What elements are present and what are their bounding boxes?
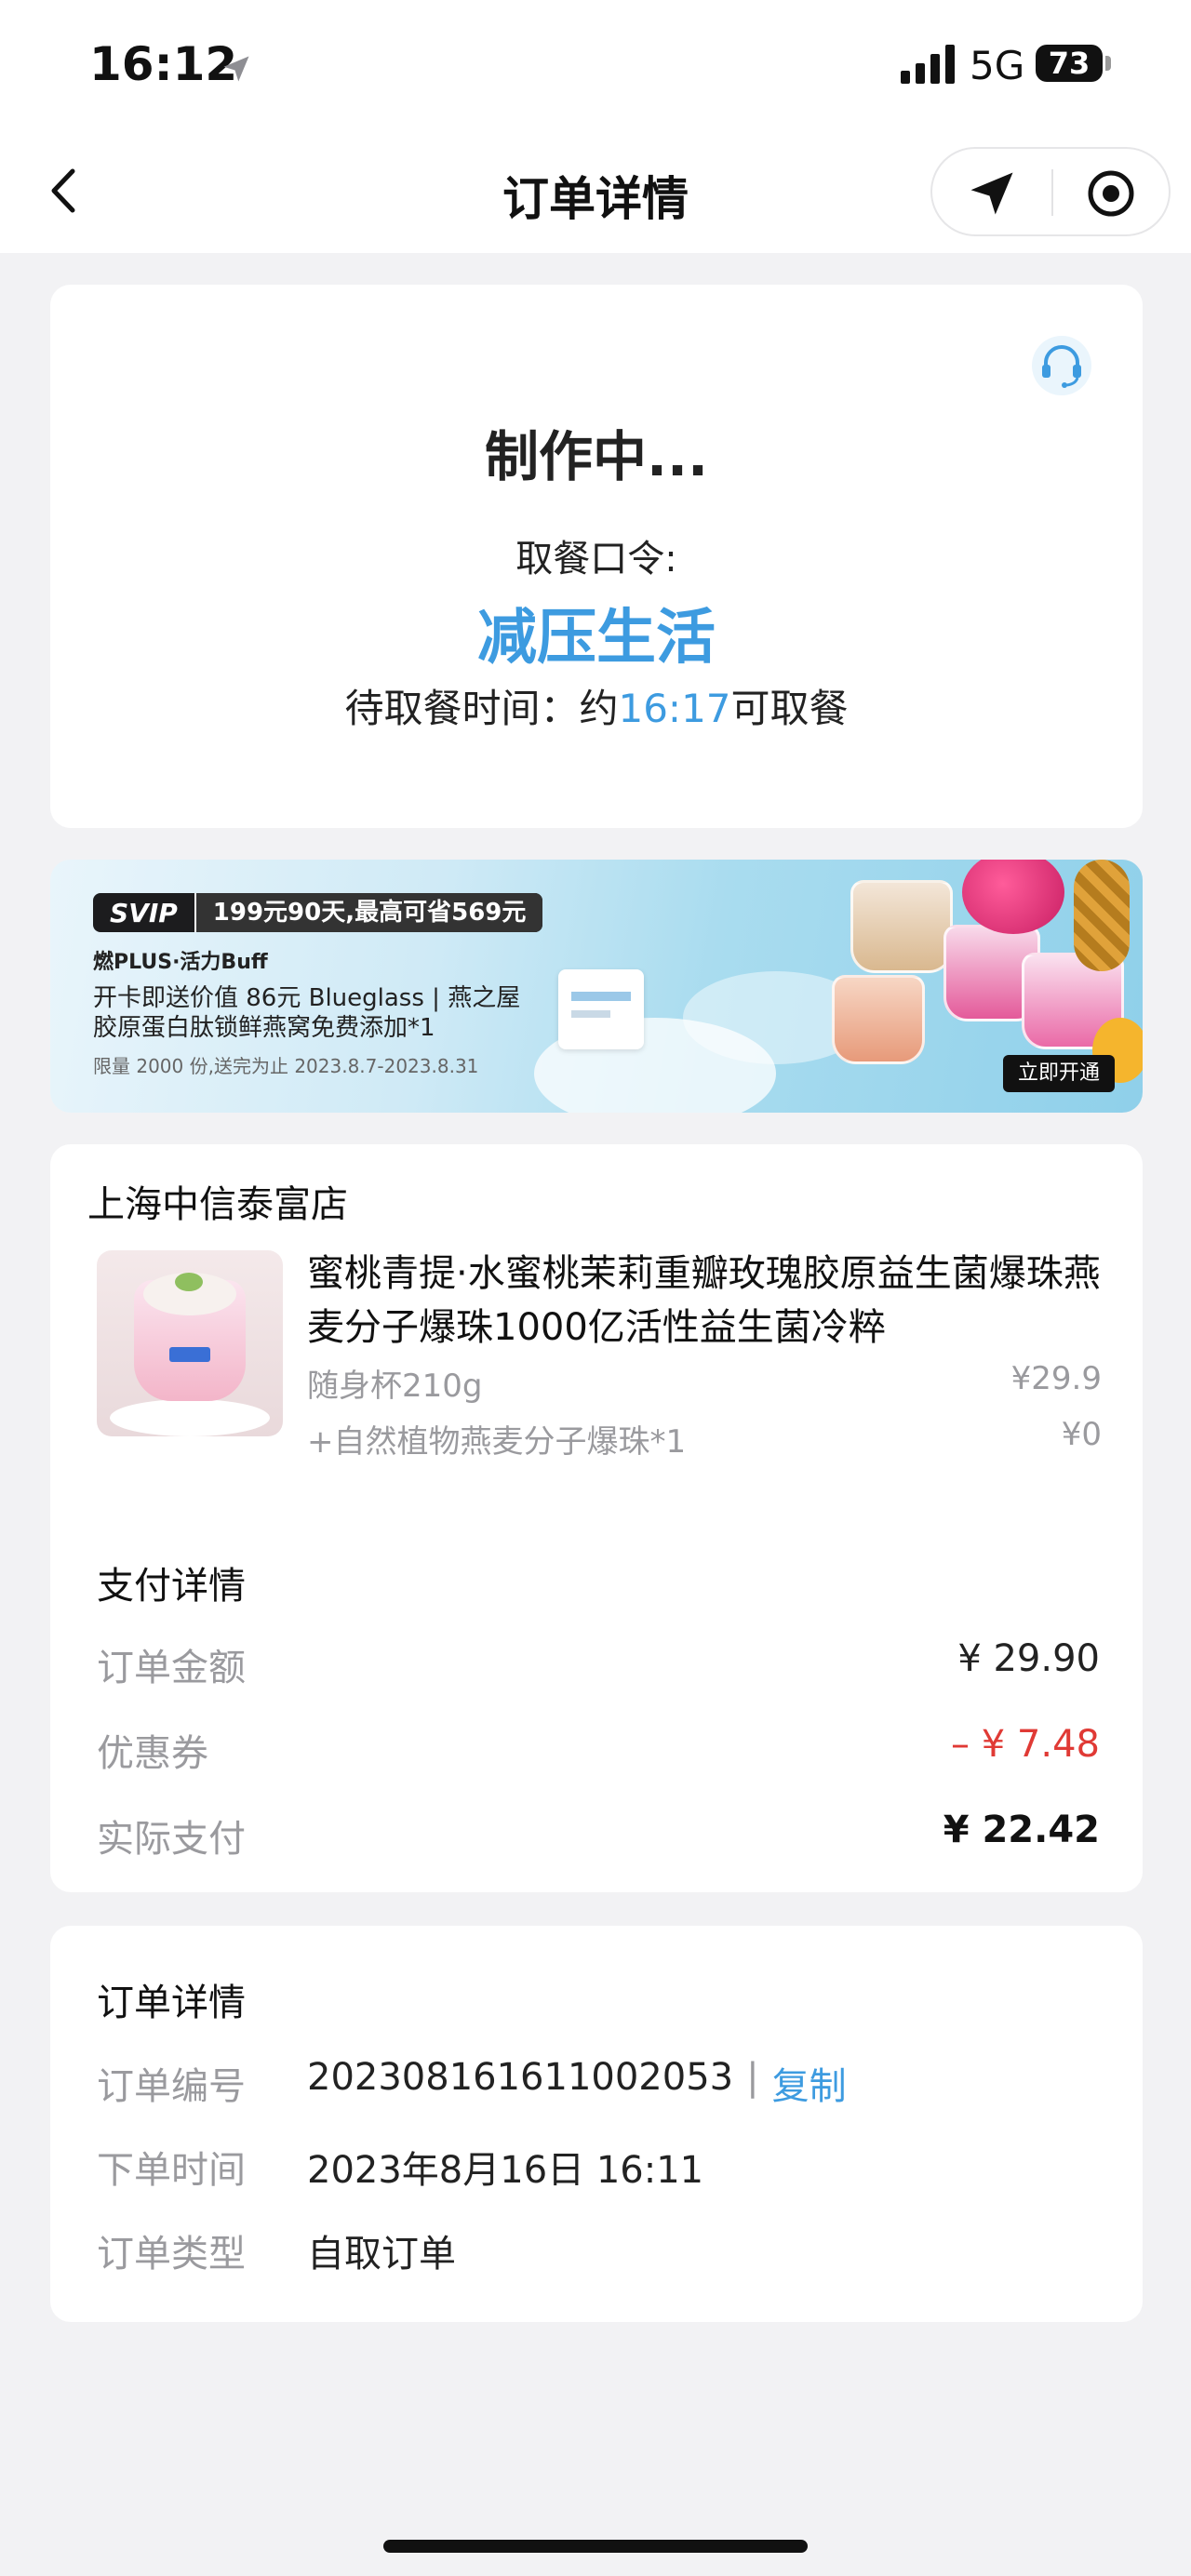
product-addon-row: +自然植物燕麦分子爆珠*1 ¥0 xyxy=(307,1416,1102,1462)
order-amount-value: ¥ 29.90 xyxy=(957,1637,1100,1680)
addon-price: ¥0 xyxy=(1061,1416,1102,1453)
network-label: 5G xyxy=(970,43,1025,88)
location-arrow-icon xyxy=(223,56,249,82)
paid-value: ¥ 22.42 xyxy=(943,1809,1100,1851)
order-detail-card: 订单详情 订单编号 202308161611002053 | 复制 下单时间 2… xyxy=(50,1926,1143,2322)
paid-row: 实际支付 ¥ 22.42 xyxy=(97,1809,1100,1862)
spec-price: ¥29.9 xyxy=(1010,1360,1102,1397)
pineapple-image xyxy=(1074,860,1130,971)
leaf-shape xyxy=(175,1273,203,1291)
customer-service-icon[interactable] xyxy=(1029,333,1094,398)
svip-label: SVIP xyxy=(110,897,178,928)
pickup-time-suffix: 可取餐 xyxy=(730,686,849,731)
payment-title: 支付详情 xyxy=(97,1565,246,1608)
detail-title: 订单详情 xyxy=(97,1982,246,2024)
store-name: 上海中信泰富店 xyxy=(87,1183,348,1226)
svip-tag: SVIP 199元90天,最高可省569元 xyxy=(93,893,543,932)
coupon-value: – ¥ 7.48 xyxy=(951,1723,1100,1766)
order-number-value: 202308161611002053 xyxy=(307,2056,734,2099)
product-box-image xyxy=(558,969,644,1049)
open-membership-button[interactable]: 立即开通 xyxy=(1003,1055,1116,1092)
product-spec-row: 随身杯210g ¥29.9 xyxy=(307,1360,1102,1406)
cup-image xyxy=(850,880,953,973)
banner-small-print: 限量 2000 份,送完为止 2023.8.7-2023.8.31 xyxy=(93,1055,479,1077)
nav-bar: 订单详情 xyxy=(0,140,1191,253)
order-amount-row: 订单金额 ¥ 29.90 xyxy=(97,1637,1100,1691)
order-card: 上海中信泰富店 蜜桃青提·水蜜桃茉莉重瓣玫瑰胶原益生菌爆珠燕麦分子爆珠1000亿… xyxy=(50,1144,1143,1892)
pickup-code: 减压生活 xyxy=(477,604,716,673)
capsule-divider xyxy=(1051,169,1053,216)
status-bar: 16:12 5G 73 xyxy=(0,0,1191,140)
navigate-arrow-icon[interactable] xyxy=(964,166,1020,221)
pickup-time: 待取餐时间：约16:17可取餐 xyxy=(50,677,1143,734)
coupon-label: 优惠券 xyxy=(97,1732,208,1775)
banner-line-2: 胶原蛋白肽锁鲜燕窝免费添加*1 xyxy=(93,1014,435,1042)
cup-label xyxy=(169,1347,210,1362)
paid-label: 实际支付 xyxy=(97,1818,246,1861)
home-indicator[interactable] xyxy=(383,2540,808,2553)
banner-subtitle: 燃PLUS·活力Buff xyxy=(93,951,268,974)
pickup-code-label: 取餐口令: xyxy=(515,538,677,581)
svip-deal: 199元90天,最高可省569元 xyxy=(194,893,543,932)
order-number-row: 订单编号 202308161611002053 | 复制 xyxy=(97,2056,847,2110)
order-type-value: 自取订单 xyxy=(307,2233,456,2276)
svip-promo-banner[interactable]: SVIP 199元90天,最高可省569元 燃PLUS·活力Buff 开卡即送价… xyxy=(50,860,1143,1113)
order-time-value: 2023年8月16日 16:11 xyxy=(307,2149,704,2192)
cup-image xyxy=(832,975,925,1064)
signal-icon xyxy=(901,45,955,84)
order-number-separator: | xyxy=(746,2056,759,2099)
plate-shape xyxy=(110,1399,270,1436)
coupon-row: 优惠券 – ¥ 7.48 xyxy=(97,1723,1100,1777)
pickup-time-value: 16:17 xyxy=(618,686,731,731)
product-thumbnail xyxy=(97,1250,283,1436)
order-type-label: 订单类型 xyxy=(97,2233,246,2276)
mini-program-capsule xyxy=(930,147,1171,236)
status-time: 16:12 xyxy=(89,37,238,91)
spec-name: 随身杯210g xyxy=(307,1368,483,1405)
order-type-row: 订单类型 自取订单 xyxy=(97,2223,456,2277)
battery-tip xyxy=(1105,56,1111,71)
pickup-time-prefix: 待取餐时间：约 xyxy=(344,686,619,731)
order-status-card: 制作中... 取餐口令: 减压生活 待取餐时间：约16:17可取餐 xyxy=(50,285,1143,828)
order-time-row: 下单时间 2023年8月16日 16:11 xyxy=(97,2140,703,2194)
copy-button[interactable]: 复制 xyxy=(772,2056,847,2110)
dragonfruit-image xyxy=(962,860,1064,934)
order-time-label: 下单时间 xyxy=(97,2149,246,2192)
close-target-icon[interactable] xyxy=(1083,166,1139,221)
order-number-label: 订单编号 xyxy=(97,2065,246,2108)
product-title: 蜜桃青提·水蜜桃茉莉重瓣玫瑰胶原益生菌爆珠燕麦分子爆珠1000亿活性益生菌冷粹 xyxy=(307,1252,1101,1349)
order-status: 制作中... xyxy=(484,425,709,488)
order-amount-label: 订单金额 xyxy=(97,1647,246,1689)
battery-icon: 73 xyxy=(1036,45,1103,82)
addon-name: +自然植物燕麦分子爆珠*1 xyxy=(307,1423,687,1461)
